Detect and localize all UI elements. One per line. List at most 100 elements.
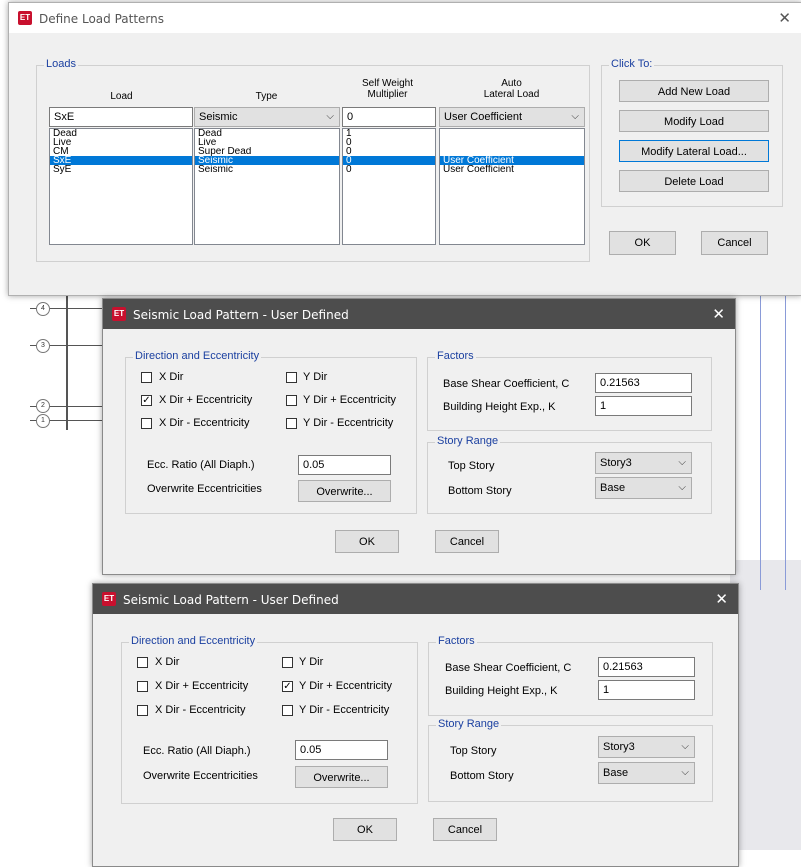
top-story-label: Top Story <box>450 745 497 757</box>
top-story-value: Story3 <box>603 741 635 753</box>
list-item[interactable]: 0 <box>343 165 435 174</box>
multiplier-list[interactable]: 1 0 0 0 0 <box>342 128 436 245</box>
add-new-load-button[interactable]: Add New Load <box>619 80 769 102</box>
building-height-exp-input[interactable]: 1 <box>598 680 695 700</box>
list-item[interactable]: 0 <box>343 138 435 147</box>
y-dir-minus-ecc-checkbox[interactable] <box>282 705 293 716</box>
direction-eccentricity-label: Direction and Eccentricity <box>129 635 258 647</box>
close-icon[interactable]: ✕ <box>778 9 791 27</box>
load-type-select[interactable]: Seismic ⌵ <box>194 107 340 127</box>
ok-button[interactable]: OK <box>609 231 676 255</box>
bottom-story-value: Base <box>600 482 626 494</box>
y-dir-plus-ecc-checkbox[interactable]: ✓ <box>282 681 293 692</box>
x-dir-plus-ecc-checkbox[interactable] <box>137 681 148 692</box>
auto-lateral-select[interactable]: User Coefficient ⌵ <box>439 107 585 127</box>
list-item[interactable]: Live <box>50 138 192 147</box>
load-list[interactable]: Dead Live CM SxE SyE <box>49 128 193 245</box>
auto-lateral-list[interactable]: User Coefficient User Coefficient <box>439 128 585 245</box>
x-dir-minus-ecc-checkbox[interactable] <box>137 705 148 716</box>
y-dir-label: Y Dir <box>303 371 328 383</box>
building-height-exp-label: Building Height Exp., K <box>445 685 558 697</box>
chevron-down-icon: ⌵ <box>681 741 689 752</box>
list-item[interactable]: Dead <box>50 129 192 138</box>
ok-button[interactable]: OK <box>335 530 399 553</box>
list-item[interactable]: Live <box>195 138 339 147</box>
x-dir-label: X Dir <box>159 371 184 383</box>
y-dir-label: Y Dir <box>299 656 324 668</box>
y-dir-checkbox[interactable] <box>282 657 293 668</box>
y-dir-minus-ecc-checkbox[interactable] <box>286 418 297 429</box>
list-item-selected[interactable]: SxE <box>50 156 192 165</box>
story-range-label: Story Range <box>436 718 502 730</box>
overwrite-button[interactable]: Overwrite... <box>298 480 391 502</box>
bottom-story-select[interactable]: Base ⌵ <box>598 762 695 784</box>
ecc-ratio-input[interactable]: 0.05 <box>295 740 388 760</box>
load-name-input[interactable]: SxE <box>49 107 193 127</box>
col-header-multiplier-2: Multiplier <box>367 89 408 100</box>
list-item[interactable]: Dead <box>195 129 339 138</box>
cancel-button[interactable]: Cancel <box>433 818 497 841</box>
col-header-multiplier-1: Self Weight <box>362 78 413 89</box>
list-item[interactable]: User Coefficient <box>440 165 584 174</box>
factors-label: Factors <box>436 635 477 647</box>
base-shear-coefficient-input[interactable]: 0.21563 <box>595 373 692 393</box>
x-dir-checkbox[interactable] <box>141 372 152 383</box>
col-header-auto-2: Lateral Load <box>483 89 540 100</box>
delete-load-button[interactable]: Delete Load <box>619 170 769 192</box>
list-item[interactable]: Super Dead <box>195 147 339 156</box>
bottom-story-label: Bottom Story <box>450 770 514 782</box>
bottom-story-select[interactable]: Base ⌵ <box>595 477 692 499</box>
base-shear-coefficient-input[interactable]: 0.21563 <box>598 657 695 677</box>
close-icon[interactable]: ✕ <box>712 305 725 323</box>
list-item[interactable]: Seismic <box>195 165 339 174</box>
chevron-down-icon: ⌵ <box>326 111 334 122</box>
top-story-value: Story3 <box>600 457 632 469</box>
overwrite-button[interactable]: Overwrite... <box>295 766 388 788</box>
grid-bubble: 1 <box>36 414 50 428</box>
seismic-dialog-title: Seismic Load Pattern - User Defined <box>123 593 339 607</box>
top-story-select[interactable]: Story3 ⌵ <box>598 736 695 758</box>
x-dir-minus-ecc-label: X Dir - Eccentricity <box>159 417 250 429</box>
building-height-exp-label: Building Height Exp., K <box>443 401 556 413</box>
building-height-exp-input[interactable]: 1 <box>595 396 692 416</box>
app-icon: ET <box>112 307 126 321</box>
list-item-selected[interactable]: 0 <box>343 156 435 165</box>
x-dir-minus-ecc-checkbox[interactable] <box>141 418 152 429</box>
ecc-ratio-label: Ecc. Ratio (All Diaph.) <box>147 459 255 471</box>
seismic-dialog-titlebar: ET Seismic Load Pattern - User Defined ✕ <box>103 299 735 329</box>
y-dir-checkbox[interactable] <box>286 372 297 383</box>
modify-lateral-load-button[interactable]: Modify Lateral Load... <box>619 140 769 162</box>
x-dir-plus-ecc-label: X Dir + Eccentricity <box>159 394 253 406</box>
list-item[interactable]: CM <box>50 147 192 156</box>
close-icon[interactable]: ✕ <box>715 590 728 608</box>
list-item-selected[interactable]: User Coefficient <box>440 156 584 165</box>
seismic-load-pattern-dialog-1: ET Seismic Load Pattern - User Defined ✕… <box>102 298 736 575</box>
base-shear-coefficient-label: Base Shear Coefficient, C <box>443 378 570 390</box>
cancel-button[interactable]: Cancel <box>701 231 768 255</box>
factors-group: Factors <box>427 350 712 431</box>
click-to-label: Click To: <box>609 58 655 70</box>
y-dir-plus-ecc-checkbox[interactable] <box>286 395 297 406</box>
grid-line <box>66 290 68 430</box>
cancel-button[interactable]: Cancel <box>435 530 499 553</box>
x-dir-checkbox[interactable] <box>137 657 148 668</box>
list-item[interactable] <box>440 147 584 156</box>
grid-bubble: 3 <box>36 339 50 353</box>
y-dir-minus-ecc-label: Y Dir - Eccentricity <box>299 704 390 716</box>
factors-group: Factors <box>428 635 713 716</box>
ok-button[interactable]: OK <box>333 818 397 841</box>
self-weight-multiplier-input[interactable]: 0 <box>342 107 436 127</box>
define-load-patterns-dialog: ET Define Load Patterns ✕ Loads Load Typ… <box>8 2 801 296</box>
list-item[interactable]: 0 <box>343 147 435 156</box>
list-item-selected[interactable]: Seismic <box>195 156 339 165</box>
seismic-load-pattern-dialog-2: ET Seismic Load Pattern - User Defined ✕… <box>92 583 739 867</box>
x-dir-plus-ecc-checkbox[interactable]: ✓ <box>141 395 152 406</box>
list-item[interactable] <box>440 129 584 138</box>
ecc-ratio-input[interactable]: 0.05 <box>298 455 391 475</box>
list-item[interactable]: SyE <box>50 165 192 174</box>
list-item[interactable] <box>440 138 584 147</box>
top-story-select[interactable]: Story3 ⌵ <box>595 452 692 474</box>
modify-load-button[interactable]: Modify Load <box>619 110 769 132</box>
list-item[interactable]: 1 <box>343 129 435 138</box>
type-list[interactable]: Dead Live Super Dead Seismic Seismic <box>194 128 340 245</box>
